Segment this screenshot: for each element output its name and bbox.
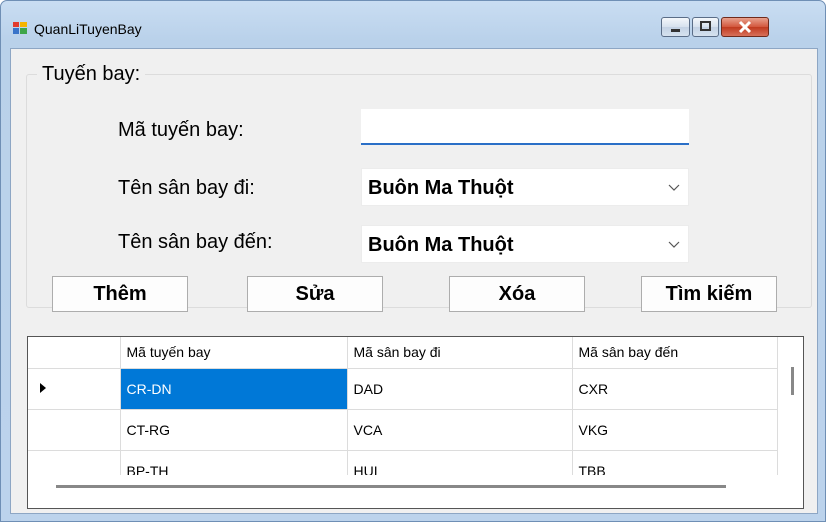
routes-datagrid[interactable]: Mã tuyến bay Mã sân bay đi Mã sân bay đế… bbox=[27, 336, 804, 509]
cell-departure-code[interactable]: DAD bbox=[347, 368, 573, 410]
row-pointer-icon bbox=[40, 382, 46, 393]
header-row: Mã tuyến bay Mã sân bay đi Mã sân bay đế… bbox=[28, 337, 778, 369]
row-header[interactable] bbox=[28, 368, 121, 410]
title-bar[interactable]: QuanLiTuyenBay bbox=[1, 1, 825, 41]
chevron-down-icon bbox=[668, 241, 680, 248]
route-code-label: Mã tuyến bay: bbox=[118, 119, 244, 141]
departure-airport-combo[interactable]: Buôn Ma Thuột bbox=[361, 168, 689, 206]
vertical-scroll-thumb[interactable] bbox=[791, 367, 794, 395]
column-header-departure-code[interactable]: Mã sân bay đi bbox=[347, 337, 573, 369]
minimize-icon bbox=[671, 29, 680, 32]
app-window: QuanLiTuyenBay Tuyến bay: Mã tuyến bay: … bbox=[0, 0, 826, 522]
cell-arrival-code[interactable]: CXR bbox=[572, 368, 778, 410]
route-code-input[interactable] bbox=[361, 109, 689, 145]
groupbox-title: Tuyến bay: bbox=[37, 63, 146, 86]
delete-button[interactable]: Xóa bbox=[449, 276, 585, 312]
row-header-corner[interactable] bbox=[28, 337, 121, 369]
departure-airport-value: Buôn Ma Thuột bbox=[368, 177, 514, 199]
horizontal-scroll-thumb[interactable] bbox=[56, 485, 726, 488]
table-row[interactable]: CR-DN DAD CXR bbox=[28, 368, 778, 410]
close-button[interactable] bbox=[721, 17, 769, 37]
cell-departure-code[interactable]: VCA bbox=[347, 409, 573, 451]
column-header-arrival-code[interactable]: Mã sân bay đến bbox=[572, 337, 778, 369]
maximize-button[interactable] bbox=[692, 17, 719, 37]
table-row[interactable]: CT-RG VCA VKG bbox=[28, 409, 778, 451]
routes-table: Mã tuyến bay Mã sân bay đi Mã sân bay đế… bbox=[28, 337, 778, 492]
departure-airport-label: Tên sân bay đi: bbox=[118, 177, 255, 199]
maximize-icon bbox=[700, 21, 711, 31]
horizontal-scrollbar[interactable] bbox=[28, 475, 803, 507]
add-button[interactable]: Thêm bbox=[52, 276, 188, 312]
app-icon bbox=[13, 22, 27, 34]
column-header-route-code[interactable]: Mã tuyến bay bbox=[120, 337, 348, 369]
close-icon bbox=[738, 20, 752, 34]
form-client-area: Tuyến bay: Mã tuyến bay: Tên sân bay đi:… bbox=[10, 48, 818, 514]
row-header[interactable] bbox=[28, 409, 121, 451]
arrival-airport-combo[interactable]: Buôn Ma Thuột bbox=[361, 225, 689, 263]
chevron-down-icon bbox=[668, 184, 680, 191]
minimize-button[interactable] bbox=[661, 17, 690, 37]
search-button[interactable]: Tìm kiếm bbox=[641, 276, 777, 312]
edit-button[interactable]: Sửa bbox=[247, 276, 383, 312]
cell-route-code[interactable]: CR-DN bbox=[120, 368, 348, 410]
arrival-airport-label: Tên sân bay đến: bbox=[118, 231, 273, 253]
cell-arrival-code[interactable]: VKG bbox=[572, 409, 778, 451]
vertical-scrollbar[interactable] bbox=[788, 367, 798, 405]
cell-route-code[interactable]: CT-RG bbox=[120, 409, 348, 451]
arrival-airport-value: Buôn Ma Thuột bbox=[368, 234, 514, 256]
window-title: QuanLiTuyenBay bbox=[34, 21, 142, 37]
